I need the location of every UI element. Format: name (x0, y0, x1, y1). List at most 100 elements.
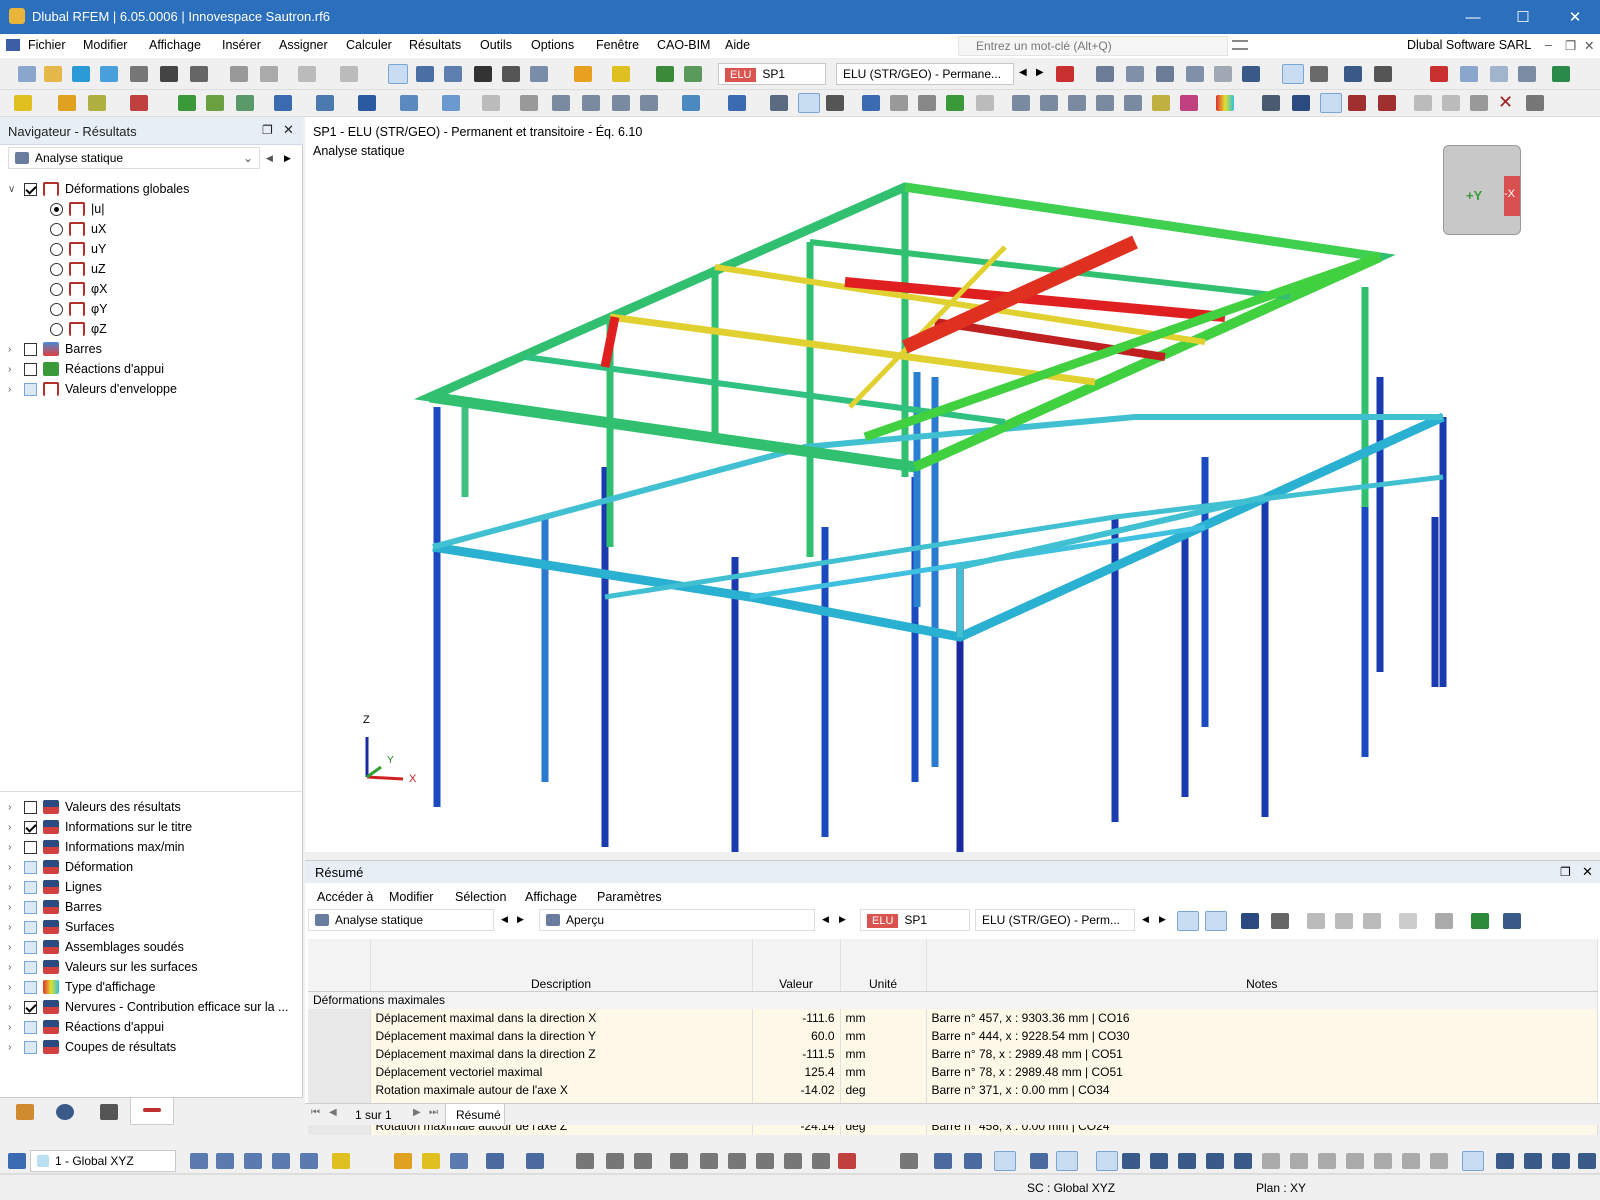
summary-float-icon[interactable]: ❐ (1560, 865, 1571, 879)
settings-icon[interactable] (1526, 95, 1544, 111)
float-icon[interactable]: ❐ (262, 123, 273, 137)
delete-results-icon[interactable] (1430, 66, 1448, 82)
maximize-icon[interactable]: ☐ (1500, 0, 1546, 34)
checkbox[interactable] (24, 960, 37, 974)
expand-closed-icon[interactable]: › (8, 942, 20, 953)
table-row[interactable]: Déplacement maximal dans la direction X-… (308, 1009, 1598, 1027)
menu-resultats[interactable]: Résultats (409, 38, 461, 52)
b24-icon[interactable] (964, 1153, 982, 1169)
combo-prev-icon[interactable]: ◀ (1142, 914, 1149, 925)
summary-tab[interactable]: Résumé (445, 1104, 505, 1126)
open-icon[interactable] (44, 66, 62, 82)
save-icon[interactable] (160, 66, 178, 82)
menu-assigner[interactable]: Assigner (279, 38, 328, 52)
console-icon[interactable] (474, 66, 492, 82)
select2-icon[interactable] (1205, 911, 1227, 931)
sect6-icon[interactable] (1152, 95, 1170, 111)
expand-closed-icon[interactable]: › (8, 982, 20, 993)
display-option-item[interactable]: › Valeurs sur les surfaces (8, 957, 197, 977)
cs-icon[interactable] (8, 1153, 26, 1169)
data-tab-icon[interactable] (16, 1104, 34, 1120)
b10-icon[interactable] (486, 1153, 504, 1169)
snap-icon[interactable] (520, 95, 538, 111)
result-numbers-icon[interactable] (1310, 66, 1328, 82)
overview-next-icon[interactable]: ▶ (839, 914, 846, 925)
box-icon[interactable] (1460, 66, 1478, 82)
expand-closed-icon[interactable]: › (8, 1022, 20, 1033)
model-info-icon[interactable] (530, 66, 548, 82)
pointer-icon[interactable] (482, 95, 500, 111)
expand-closed-icon[interactable]: › (8, 1042, 20, 1053)
checkbox[interactable] (24, 1020, 37, 1034)
coordinate-icon[interactable] (770, 95, 788, 111)
last-page-icon[interactable]: ⏭ (429, 1107, 438, 1118)
cross-icon[interactable]: ✕ (1498, 92, 1513, 113)
summary-prev-icon[interactable]: ◀ (501, 914, 508, 925)
b9-icon[interactable] (450, 1153, 468, 1169)
box3-icon[interactable] (1518, 66, 1536, 82)
b38-icon[interactable] (1374, 1153, 1392, 1169)
b11-icon[interactable] (526, 1153, 544, 1169)
tree-item-deformations-globales[interactable]: ∨ Déformations globales (8, 179, 189, 199)
values-icon[interactable] (1186, 66, 1204, 82)
sum-t1-icon[interactable] (1307, 913, 1325, 929)
table-row[interactable]: Déplacement maximal dans la direction Y6… (308, 1027, 1598, 1045)
v5-icon[interactable] (1442, 95, 1460, 111)
redo-icon[interactable] (340, 66, 358, 82)
cloud-icon[interactable] (72, 66, 90, 82)
menu-options[interactable]: Options (531, 38, 574, 52)
tree-item-barres[interactable]: › Barres (8, 339, 102, 359)
b25-icon[interactable] (994, 1151, 1016, 1171)
excel-icon[interactable] (1471, 913, 1489, 929)
results-tab[interactable] (130, 1098, 174, 1125)
display-option-item[interactable]: › Valeurs des résultats (8, 797, 181, 817)
b34-icon[interactable] (1262, 1153, 1280, 1169)
deformation-icon[interactable] (1096, 66, 1114, 82)
summary-menu-affichage[interactable]: Affichage (525, 890, 577, 904)
view2-icon[interactable] (1348, 95, 1366, 111)
b42-icon[interactable] (1496, 1153, 1514, 1169)
table-row[interactable]: Rotation maximale autour de l'axe X -14.0… (308, 1081, 1598, 1099)
checkbox[interactable] (24, 880, 37, 894)
search-input[interactable]: Entrez un mot-clé (Alt+Q) (958, 36, 1228, 56)
print-icon[interactable] (190, 66, 208, 82)
panel-icon[interactable] (388, 64, 408, 84)
expand-closed-icon[interactable]: › (8, 842, 20, 853)
radio-uz[interactable]: uZ (50, 259, 106, 279)
b6-icon[interactable] (332, 1153, 350, 1169)
b30-icon[interactable] (1150, 1153, 1168, 1169)
filter-icon[interactable] (728, 95, 746, 111)
member-icon[interactable] (88, 95, 106, 111)
result-values-icon[interactable] (1126, 66, 1144, 82)
new-icon[interactable] (18, 66, 36, 82)
display-option-item[interactable]: › Informations max/min (8, 837, 184, 857)
b12-icon[interactable] (576, 1153, 594, 1169)
radio-u-abs[interactable]: |u| (50, 199, 104, 219)
slash-icon[interactable] (976, 95, 994, 111)
print-preview-icon[interactable] (130, 66, 148, 82)
checkbox[interactable] (24, 920, 37, 934)
render-icon[interactable] (862, 95, 880, 111)
checkbox[interactable] (24, 940, 37, 954)
solid-icon[interactable] (1214, 66, 1232, 82)
menu-fichier[interactable]: Fichier (28, 38, 66, 52)
grid-icon[interactable] (1242, 66, 1260, 82)
filter-results-icon[interactable] (1056, 66, 1074, 82)
sect1-icon[interactable] (1012, 95, 1030, 111)
b2-icon[interactable] (216, 1153, 234, 1169)
webservice-icon[interactable] (100, 66, 118, 82)
b26-icon[interactable] (1030, 1153, 1048, 1169)
pin-icon[interactable] (1180, 95, 1198, 111)
summary-menu-parametres[interactable]: Paramètres (597, 890, 662, 904)
film-icon[interactable] (826, 95, 844, 111)
display-option-item[interactable]: › Surfaces (8, 917, 114, 937)
color-scale-icon[interactable] (1216, 95, 1234, 111)
expand-closed-icon[interactable]: › (8, 1002, 20, 1013)
b45-icon[interactable] (1578, 1153, 1596, 1169)
sections-icon[interactable] (444, 66, 462, 82)
b5-icon[interactable] (300, 1153, 318, 1169)
load-wizard-icon[interactable] (656, 66, 674, 82)
next-page-icon[interactable]: ▶ (413, 1107, 421, 1118)
summary-next-icon[interactable]: ▶ (517, 914, 524, 925)
mdi-restore-icon[interactable]: ❐ (1565, 38, 1576, 53)
